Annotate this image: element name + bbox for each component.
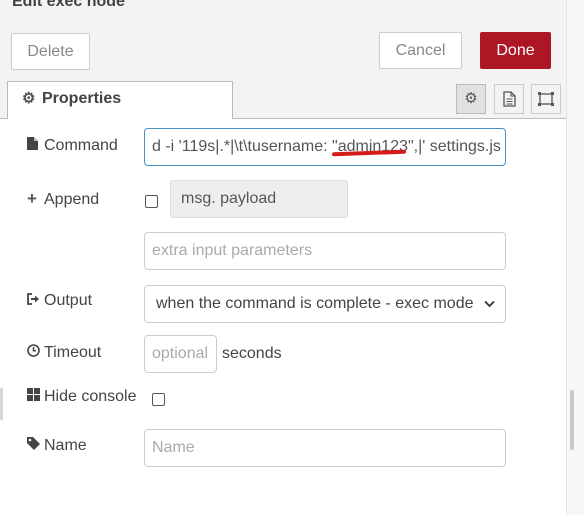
gear-icon: ⚙ <box>464 90 478 107</box>
appearance-tab-button[interactable] <box>531 84 561 114</box>
clock-icon <box>27 344 44 360</box>
name-input[interactable]: Name <box>144 429 506 467</box>
dialog-title: Edit exec node <box>12 0 125 10</box>
tab-properties-label: Properties <box>42 90 122 107</box>
append-typed-input[interactable]: msg. payload <box>170 180 348 218</box>
file-icon <box>27 137 44 153</box>
command-label: Command <box>27 137 118 155</box>
tab-properties[interactable]: ⚙ Properties <box>7 81 233 119</box>
frame-icon <box>538 92 554 107</box>
command-input[interactable]: d -i '119s|.*|\t\tusername: "admin123",|… <box>144 128 506 166</box>
timeout-unit: seconds <box>222 345 282 362</box>
hide-console-checkbox[interactable] <box>152 393 165 406</box>
append-checkbox[interactable] <box>145 195 158 208</box>
hide-console-label-text: Hide console <box>44 388 137 405</box>
delete-button[interactable]: Delete <box>11 33 90 70</box>
output-select[interactable]: when the command is complete - exec mode <box>144 285 506 323</box>
done-button[interactable]: Done <box>480 32 551 69</box>
settings-tab-button[interactable]: ⚙ <box>456 84 486 114</box>
chevron-down-icon <box>484 286 495 322</box>
output-label: Output <box>27 292 92 310</box>
append-label: + Append <box>27 189 99 209</box>
output-label-text: Output <box>44 292 93 309</box>
tag-icon <box>27 437 44 453</box>
cancel-button[interactable]: Cancel <box>379 32 462 69</box>
sign-out-icon <box>27 292 44 308</box>
document-icon <box>502 91 516 107</box>
append-label-text: Append <box>44 191 100 208</box>
extra-input-parameters[interactable]: extra input parameters <box>144 232 506 270</box>
timeout-input[interactable]: optional <box>144 335 217 373</box>
windows-icon <box>27 388 44 404</box>
hide-console-label: Hide console <box>27 388 137 406</box>
description-tab-button[interactable] <box>494 84 524 114</box>
output-select-value: when the command is complete - exec mode <box>156 295 474 312</box>
command-label-text: Command <box>44 137 118 154</box>
timeout-label-text: Timeout <box>44 344 102 361</box>
left-edge-marker <box>0 388 3 420</box>
gear-icon: ⚙ <box>22 90 36 107</box>
timeout-label: Timeout <box>27 344 101 362</box>
scrollbar-thumb[interactable] <box>570 390 574 450</box>
scrollbar-track[interactable] <box>566 0 584 515</box>
dialog-header: Edit exec node <box>0 0 566 23</box>
name-label-text: Name <box>44 437 87 454</box>
plus-icon: + <box>27 189 37 208</box>
name-label: Name <box>27 437 87 455</box>
